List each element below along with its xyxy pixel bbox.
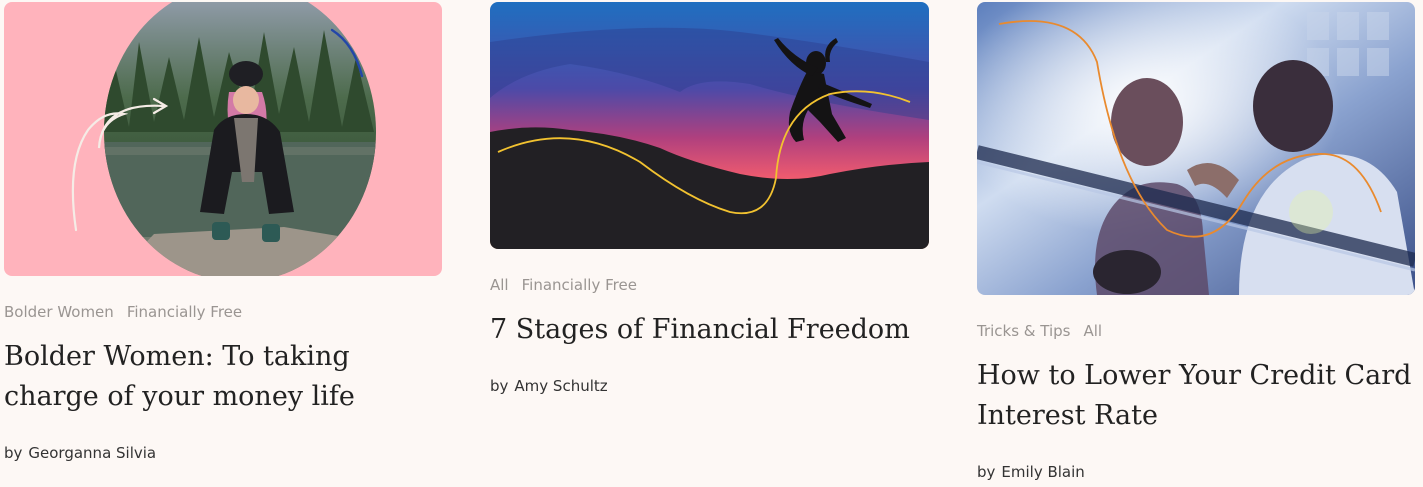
article-title-2[interactable]: 7 Stages of Financial Freedom [490, 310, 929, 350]
tag-link[interactable]: All [490, 276, 509, 294]
article-tags-2: All Financially Free [490, 276, 650, 294]
author-link[interactable]: Georganna Silvia [28, 444, 156, 462]
article-tags-3: Tricks & Tips All [977, 322, 1115, 340]
tag-link[interactable]: Tricks & Tips [977, 322, 1070, 340]
bolder-women-photo [4, 2, 442, 276]
tag-link[interactable]: Bolder Women [4, 303, 114, 321]
author-link[interactable]: Amy Schultz [514, 377, 607, 395]
article-byline-1: by Georganna Silvia [4, 444, 156, 462]
article-tags-1: Bolder Women Financially Free [4, 303, 255, 321]
article-thumbnail-3[interactable] [977, 2, 1415, 295]
tag-link[interactable]: All [1083, 322, 1102, 340]
article-byline-2: by Amy Schultz [490, 377, 608, 395]
byline-prefix: by [4, 444, 23, 462]
article-title-1[interactable]: Bolder Women: To taking charge of your m… [4, 337, 442, 417]
article-thumbnail-1[interactable] [4, 2, 442, 276]
article-thumbnail-2[interactable] [490, 2, 929, 249]
author-link[interactable]: Emily Blain [1001, 463, 1084, 481]
sunset-jump-photo [490, 2, 929, 249]
tag-link[interactable]: Financially Free [522, 276, 637, 294]
byline-prefix: by [490, 377, 509, 395]
article-title-3[interactable]: How to Lower Your Credit Card Interest R… [977, 356, 1415, 436]
byline-prefix: by [977, 463, 996, 481]
tag-link[interactable]: Financially Free [127, 303, 242, 321]
boxing-coach-photo [977, 2, 1415, 295]
article-byline-3: by Emily Blain [977, 463, 1085, 481]
